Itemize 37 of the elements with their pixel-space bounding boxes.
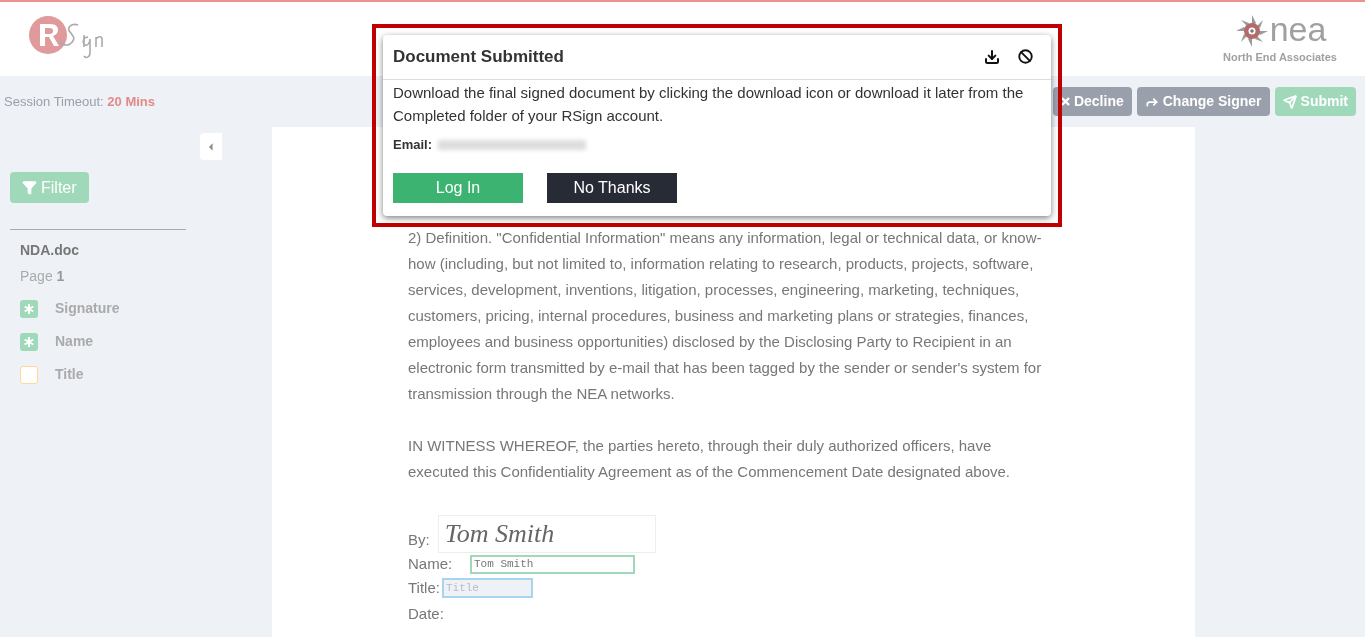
empty-checkbox[interactable] — [20, 365, 38, 384]
signature-field[interactable]: Tom Smith — [437, 515, 656, 553]
log-in-button[interactable]: Log In — [393, 172, 523, 203]
asterisk-icon — [24, 336, 34, 347]
field-item[interactable]: Title — [20, 363, 186, 386]
title-field[interactable]: Title — [441, 578, 533, 598]
nea-subtitle: North End Associates — [1223, 49, 1337, 65]
field-item[interactable]: Name — [20, 330, 186, 353]
filter-button[interactable]: Filter — [10, 172, 89, 203]
decline-button[interactable]: Decline — [1052, 87, 1132, 116]
submit-button[interactable]: Submit — [1274, 87, 1356, 116]
dialog-title: Document Submitted — [393, 46, 564, 69]
close-icon — [1060, 97, 1070, 106]
asterisk-checkbox[interactable] — [20, 332, 38, 351]
dialog-message: Download the final signed document by clicking the download icon or download it later from the Completed folder of your RSign account. — [392, 83, 1025, 126]
filter-icon — [22, 180, 37, 195]
nea-wordmark: nea — [1269, 11, 1327, 46]
no-thanks-button[interactable]: No Thanks — [547, 172, 677, 203]
asterisk-checkbox[interactable] — [20, 299, 38, 318]
name-field[interactable]: Tom Smith — [470, 554, 635, 574]
email-label: Email: — [393, 136, 432, 154]
document-paragraph: 2) Definition. "Confidential Information" means any information, legal or technical data, or know-how (including, but not limited to, information relating to research, products, projects, software, services, development, inventions, litigation, processes, engineering, marketing, techniques, customers, pricing, internal procedures, business and marketing plans or strategies, finances, employees and business opportunities) disclosed by the Disclosing Party to Recipient in an electronic form transmitted by e-mail that has been tagged by the sender or sender's system for transmission through the NEA networks. — [408, 228, 1043, 404]
session-timeout: Session Timeout: 20 Mins — [4, 92, 156, 111]
page-label: Page 1 — [20, 267, 66, 286]
by-label: By: — [408, 530, 430, 550]
asterisk-icon — [24, 303, 34, 314]
download-icon[interactable] — [984, 49, 1000, 65]
cancel-icon[interactable] — [1018, 49, 1033, 64]
date-label: Date: — [408, 605, 444, 622]
change-button[interactable]: Change Signer — [1136, 87, 1270, 116]
collapse-tab[interactable] — [200, 133, 222, 160]
paper-plane-icon — [1282, 94, 1297, 109]
document-name: NDA.doc — [20, 241, 81, 260]
field-item[interactable]: Signature — [20, 297, 186, 320]
name-label: Name: — [408, 554, 454, 574]
title-label: Title: — [408, 578, 440, 598]
document-paragraph: IN WITNESS WHEREOF, the parties hereto, through their duly authorized officers, have executed this Confidentiality Agreement as of the Commencement Date designated above. — [408, 436, 1012, 482]
